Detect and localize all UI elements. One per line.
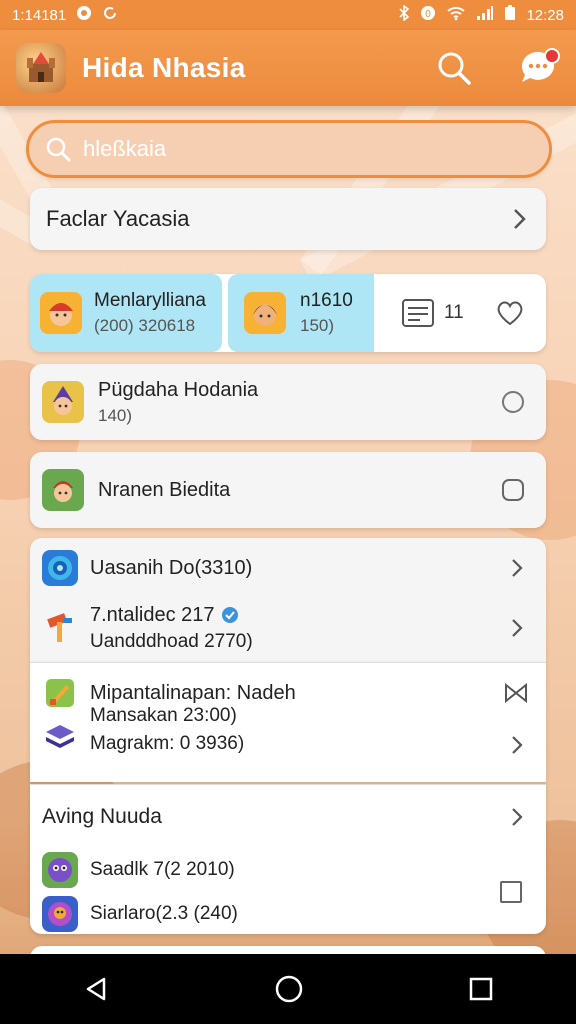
back-icon[interactable] — [82, 975, 110, 1003]
row-title: Magrakm: 0 3936) — [90, 733, 245, 754]
profile-detail: 150) — [300, 316, 335, 335]
notification-badge — [544, 48, 560, 64]
search-input[interactable] — [81, 135, 505, 163]
list-count: 11 — [444, 302, 464, 323]
avatar — [40, 292, 82, 334]
target-icon — [42, 550, 78, 586]
castle-icon[interactable] — [16, 43, 66, 93]
list-item[interactable]: Nranen Biedita — [30, 452, 546, 528]
list-icon[interactable] — [402, 299, 434, 327]
group-row[interactable]: Mansakan 23:00) Magrakm: 0 3936) — [42, 705, 534, 765]
stack-icon — [42, 719, 78, 755]
svg-text:0: 0 — [426, 9, 432, 20]
battery-icon — [504, 5, 516, 25]
status-time: 1:14181 — [12, 6, 67, 24]
item-detail: 140) — [98, 405, 133, 425]
profile-card-left[interactable]: Menlarylliana (200) 320618 — [30, 274, 222, 352]
featured-row[interactable]: Faclar Yacasia — [30, 188, 546, 250]
sync-icon — [102, 5, 118, 25]
bluetooth-icon — [398, 4, 410, 25]
profile-detail: (200) 320618 — [94, 316, 196, 335]
messages-button[interactable] — [516, 46, 560, 90]
search-button[interactable] — [432, 46, 476, 90]
app-bar: Hida Nhasia — [0, 30, 576, 106]
monster-avatar — [42, 852, 78, 888]
alarm-icon: 0 — [420, 5, 436, 25]
group-row[interactable]: Saadlk 7(2 2010) — [42, 849, 238, 891]
creature-avatar — [42, 896, 78, 932]
signal-icon — [476, 5, 494, 25]
select-checkbox[interactable] — [502, 479, 524, 501]
status-clock: 12:28 — [526, 6, 564, 24]
group-header: Mipantalinapan: Nadeh — [90, 681, 296, 704]
chevron-right-icon — [512, 736, 523, 754]
profile-card-middle[interactable]: n1610 150) — [228, 274, 374, 352]
hammer-icon — [42, 610, 78, 646]
home-icon[interactable] — [274, 974, 304, 1004]
row-title: Siarlaro(2.3 (240) — [90, 903, 238, 924]
elf-avatar — [42, 469, 84, 511]
profile-name: Menlarylliana — [94, 290, 206, 311]
row-title: Uasanih Do(3310) — [90, 556, 253, 579]
recents-icon[interactable] — [468, 976, 494, 1002]
notification-icon — [76, 5, 92, 25]
group-row[interactable]: 7.ntalidec 217 Uandddhoad 2770) — [42, 598, 534, 658]
group-card-2: Mipantalinapan: Nadeh Mansakan 23:00) Ma… — [30, 662, 546, 782]
search-bar[interactable] — [26, 120, 552, 178]
profiles-row: Menlarylliana (200) 320618 n1610 150) 11 — [30, 274, 546, 352]
search-icon — [438, 52, 471, 85]
group-header: Aving Nuuda — [42, 805, 162, 828]
row-detail: Uandddhoad 2770) — [90, 630, 253, 652]
wifi-icon — [446, 5, 466, 25]
chevron-right-icon — [512, 559, 523, 577]
group-header-row[interactable]: Aving Nuuda — [42, 785, 534, 849]
verified-icon — [221, 607, 238, 623]
status-bar: 1:14181 0 12:28 — [0, 0, 576, 30]
select-radio[interactable] — [502, 391, 524, 413]
row-title: 7.ntalidec 217 — [90, 603, 215, 626]
search-icon — [46, 137, 71, 162]
row-title: Mansakan 23:00) — [90, 705, 237, 726]
brush-icon — [42, 675, 78, 711]
avatar — [244, 292, 286, 334]
profile-name: n1610 — [300, 290, 353, 311]
system-nav-bar — [0, 954, 576, 1024]
bowtie-icon — [505, 683, 527, 703]
heart-icon[interactable] — [496, 300, 524, 326]
item-title: Nranen Biedita — [98, 478, 231, 501]
chevron-right-icon — [512, 808, 523, 826]
app-title: Hida Nhasia — [82, 52, 246, 83]
select-checkbox[interactable] — [500, 881, 522, 903]
item-title: Pügdaha Hodania — [98, 378, 259, 401]
group-card-1: Uasanih Do(3310) 7.ntalidec 217 Uandddho… — [30, 538, 546, 662]
group-card-3: Aving Nuuda Saadlk 7(2 2010) Siarlaro(2.… — [30, 784, 546, 934]
group-row[interactable]: Siarlaro(2.3 (240) — [42, 893, 238, 935]
chevron-right-icon — [512, 619, 523, 637]
row-title: Saadlk 7(2 2010) — [90, 859, 235, 880]
list-item[interactable]: Pügdaha Hodania 140) — [30, 364, 546, 440]
wizard-avatar — [42, 381, 84, 423]
chevron-right-icon — [514, 209, 526, 229]
group-row[interactable]: Uasanih Do(3310) — [42, 538, 534, 598]
featured-label: Faclar Yacasia — [46, 206, 190, 231]
